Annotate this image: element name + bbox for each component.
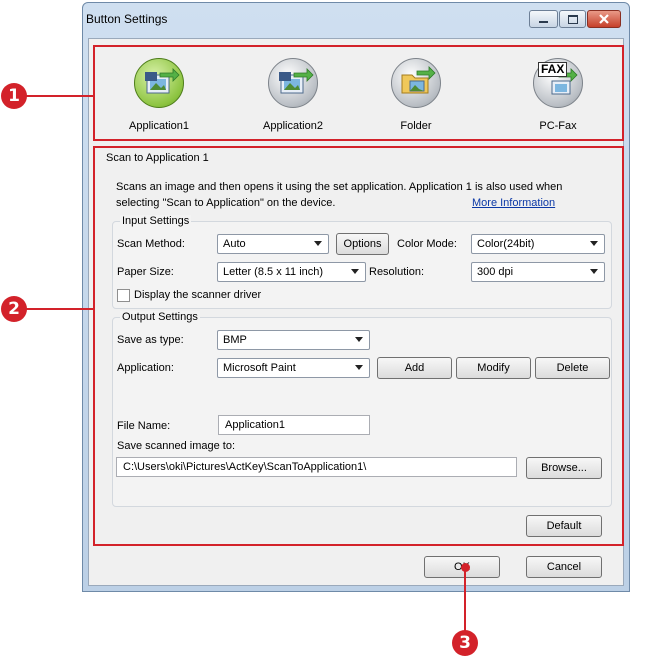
- output-settings-title: Output Settings: [120, 311, 200, 323]
- window-title: Button Settings: [86, 12, 168, 26]
- options-button[interactable]: Options: [336, 233, 389, 255]
- modify-button[interactable]: Modify: [456, 357, 531, 379]
- chevron-down-icon: [355, 365, 363, 370]
- close-icon: [599, 14, 609, 24]
- pc-fax-icon: FAX: [533, 58, 583, 108]
- section-description-line1: Scans an image and then opens it using t…: [116, 181, 563, 193]
- resolution-label: Resolution:: [369, 266, 425, 278]
- icon-label-application2: Application2: [263, 120, 323, 132]
- color-mode-value: Color(24bit): [477, 238, 535, 250]
- display-driver-checkbox[interactable]: [117, 289, 130, 302]
- application-1-icon: [134, 58, 184, 108]
- callout-badge-3: 3: [452, 630, 478, 656]
- minimize-button[interactable]: [529, 10, 558, 28]
- default-button[interactable]: Default: [526, 515, 602, 537]
- save-to-label: Save scanned image to:: [117, 440, 236, 452]
- save-to-path-input[interactable]: C:\Users\oki\Pictures\ActKey\ScanToAppli…: [116, 457, 517, 477]
- icon-button-application1[interactable]: Application1: [114, 58, 204, 132]
- section-description-line2: selecting "Scan to Application" on the d…: [116, 197, 336, 209]
- resolution-value: 300 dpi: [477, 266, 514, 278]
- file-name-label: File Name:: [117, 420, 171, 432]
- scan-method-value: Auto: [223, 238, 246, 250]
- chevron-down-icon: [351, 269, 359, 274]
- paper-size-label: Paper Size:: [117, 266, 174, 278]
- file-name-input[interactable]: Application1: [218, 415, 370, 435]
- display-driver-label: Display the scanner driver: [134, 289, 262, 301]
- save-as-type-select[interactable]: BMP: [217, 330, 370, 350]
- paper-size-value: Letter (8.5 x 11 inch): [223, 266, 324, 278]
- icon-button-folder[interactable]: Folder: [371, 58, 461, 132]
- browse-button[interactable]: Browse...: [526, 457, 602, 479]
- callout-line-1: [26, 95, 94, 97]
- resolution-select[interactable]: 300 dpi: [471, 262, 605, 282]
- icon-label-pc-fax: PC-Fax: [539, 120, 577, 132]
- chevron-down-icon: [314, 241, 322, 246]
- maximize-button[interactable]: [559, 10, 586, 28]
- application-select[interactable]: Microsoft Paint: [217, 358, 370, 378]
- callout-badge-2: 2: [1, 296, 27, 322]
- delete-button[interactable]: Delete: [535, 357, 610, 379]
- paper-size-select[interactable]: Letter (8.5 x 11 inch): [217, 262, 366, 282]
- application-value: Microsoft Paint: [223, 362, 296, 374]
- application-2-icon: [268, 58, 318, 108]
- callout-line-2: [26, 308, 94, 310]
- cancel-button[interactable]: Cancel: [526, 556, 602, 578]
- chevron-down-icon: [590, 269, 598, 274]
- section-title: Scan to Application 1: [106, 152, 209, 164]
- close-button[interactable]: [587, 10, 621, 28]
- save-as-type-value: BMP: [223, 334, 247, 346]
- add-button[interactable]: Add: [377, 357, 452, 379]
- icon-button-pc-fax[interactable]: FAX PC-Fax: [513, 58, 603, 132]
- callout-line-3: [464, 568, 466, 632]
- input-settings-title: Input Settings: [120, 215, 192, 227]
- color-mode-select[interactable]: Color(24bit): [471, 234, 605, 254]
- minimize-icon: [539, 21, 548, 23]
- save-as-type-label: Save as type:: [117, 334, 184, 346]
- scan-method-select[interactable]: Auto: [217, 234, 329, 254]
- more-information-link[interactable]: More Information: [472, 197, 555, 209]
- callout-badge-1: 1: [1, 83, 27, 109]
- color-mode-label: Color Mode:: [397, 238, 457, 250]
- chevron-down-icon: [355, 337, 363, 342]
- folder-icon: [391, 58, 441, 108]
- icon-button-application2[interactable]: Application2: [248, 58, 338, 132]
- icon-label-folder: Folder: [400, 120, 432, 132]
- maximize-icon: [567, 14, 578, 24]
- application-label: Application:: [117, 362, 174, 374]
- fax-badge: FAX: [538, 62, 568, 77]
- icon-label-application1: Application1: [129, 120, 189, 132]
- chevron-down-icon: [590, 241, 598, 246]
- scan-method-label: Scan Method:: [117, 238, 185, 250]
